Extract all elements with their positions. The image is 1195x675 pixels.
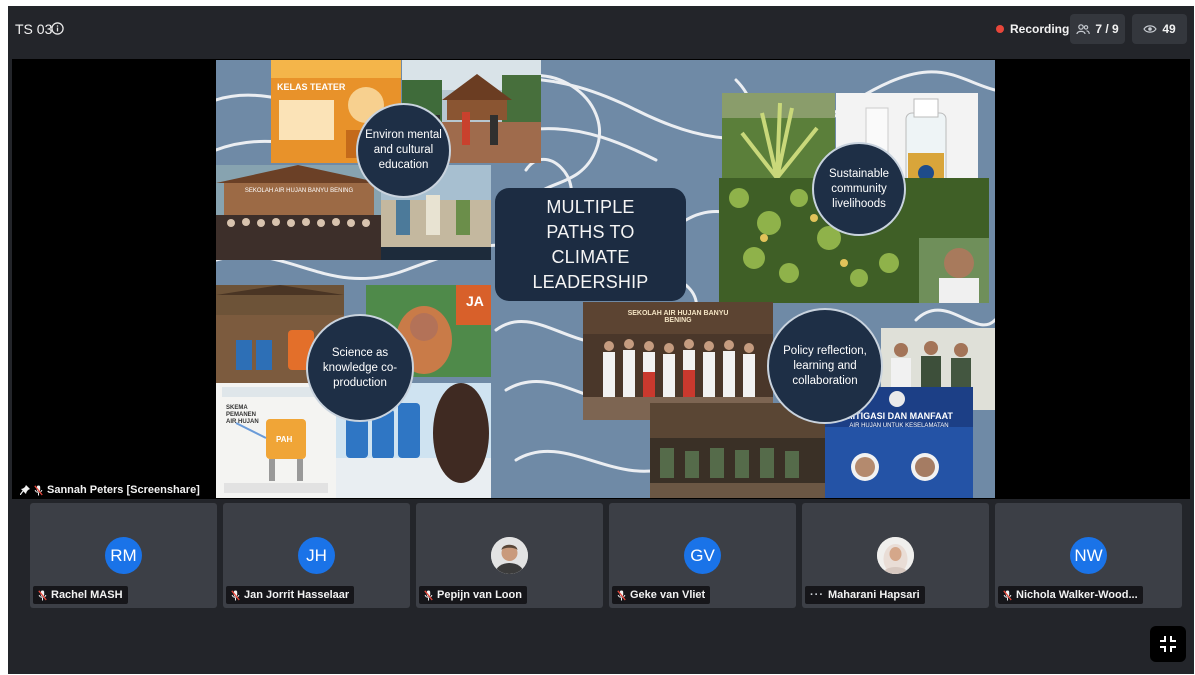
slide-title: MULTIPLE PATHS TO CLIMATE LEADERSHIP (532, 196, 649, 292)
mitigasi-subtitle: AIR HUJAN UNTUK KESELAMATAN (849, 423, 949, 429)
recording-indicator[interactable]: Recording (990, 16, 1075, 42)
circle-policy-reflection: Policy reflection, learning and collabor… (767, 308, 883, 424)
mic-muted-icon (424, 589, 433, 600)
participant-tile[interactable]: Pepijn van Loon (416, 503, 603, 608)
speaking-dots-icon: ··· (810, 589, 824, 601)
participants-count: 7 / 9 (1095, 22, 1119, 36)
participant-name-tag: Jan Jorrit Hasselaar (226, 586, 355, 604)
recording-dot-icon (996, 25, 1004, 33)
eye-icon (1143, 25, 1158, 33)
avatar: RM (105, 537, 142, 574)
mic-muted-icon (617, 589, 626, 600)
avatar: NW (1070, 537, 1107, 574)
participant-name-tag: Nichola Walker-Wood... (998, 586, 1143, 604)
avatar (491, 537, 528, 574)
avatar-photo-man (491, 537, 528, 574)
exit-fullscreen-icon (1160, 636, 1176, 652)
viewers-count: 49 (1162, 22, 1176, 36)
banner-text: JA (466, 293, 484, 309)
slide-title-box: MULTIPLE PATHS TO CLIMATE LEADERSHIP (495, 188, 686, 301)
meeting-title: TS 03 (15, 21, 53, 37)
participant-name: Jan Jorrit Hasselaar (244, 589, 350, 601)
participant-name: Geke van Vliet (630, 589, 706, 601)
pin-icon[interactable] (20, 485, 30, 495)
recording-label: Recording (1010, 22, 1070, 36)
participant-name-tag: Geke van Vliet (612, 586, 711, 604)
poster-heading: KELAS TEATER (277, 82, 346, 92)
meeting-window: TS 03 Recording 7 / 9 49 KELAS TEATER SE… (8, 6, 1194, 674)
avatar: JH (298, 537, 335, 574)
participant-name: Pepijn van Loon (437, 589, 522, 601)
avatar (877, 537, 914, 574)
skema-text: SKEMA PEMANEN AIR HUJAN (226, 405, 259, 425)
photo-group-building: SEKOLAH AIR HUJAN BANYU BENING (216, 165, 381, 260)
exit-fullscreen-button[interactable] (1150, 626, 1186, 662)
avatar-photo-woman (877, 537, 914, 574)
participant-tile[interactable]: ··· Maharani Hapsari (802, 503, 989, 608)
participant-strip: RM Rachel MASH JH Jan Jorrit Hasselaar P… (30, 503, 1182, 608)
participants-button[interactable]: 7 / 9 (1070, 14, 1125, 44)
circle-science-coproduction: Science as knowledge co-production (306, 314, 414, 422)
avatar: GV (684, 537, 721, 574)
participant-tile[interactable]: JH Jan Jorrit Hasselaar (223, 503, 410, 608)
participant-name: Nichola Walker-Wood... (1016, 589, 1138, 601)
participant-tile[interactable]: GV Geke van Vliet (609, 503, 796, 608)
circle-sustainable-livelihoods: Sustainable community livelihoods (812, 142, 906, 236)
participant-name-tag: Rachel MASH (33, 586, 128, 604)
presenter-label: Sannah Peters [Screenshare] (16, 482, 204, 498)
mic-muted-icon (38, 589, 47, 600)
participant-tile[interactable]: RM Rachel MASH (30, 503, 217, 608)
tank-label: PAH (276, 435, 293, 444)
viewers-button[interactable]: 49 (1132, 14, 1187, 44)
info-icon[interactable] (51, 22, 64, 35)
presenter-name: Sannah Peters [Screenshare] (47, 484, 200, 496)
participant-name: Rachel MASH (51, 589, 123, 601)
participant-tile[interactable]: NW Nichola Walker-Wood... (995, 503, 1182, 608)
circle-environmental-education: Environ mental and cultural education (356, 103, 451, 198)
participant-name: Maharani Hapsari (828, 589, 920, 601)
participant-name-tag: ··· Maharani Hapsari (805, 586, 925, 604)
school-sign-text: SEKOLAH AIR HUJAN BANYU BENING (244, 188, 354, 194)
participant-name-tag: Pepijn van Loon (419, 586, 527, 604)
mic-muted-icon (1003, 589, 1012, 600)
people-icon (1076, 23, 1091, 34)
mic-muted-icon (231, 589, 240, 600)
mic-muted-icon (34, 484, 43, 495)
school-banner-text: SEKOLAH AIR HUJAN BANYU BENING (627, 310, 729, 324)
screenshare-stage: KELAS TEATER SEKOLAH AIR HUJAN BANYU BEN… (12, 59, 1190, 499)
top-bar: TS 03 Recording 7 / 9 49 (8, 6, 1194, 50)
shared-slide: KELAS TEATER SEKOLAH AIR HUJAN BANYU BEN… (216, 60, 995, 498)
